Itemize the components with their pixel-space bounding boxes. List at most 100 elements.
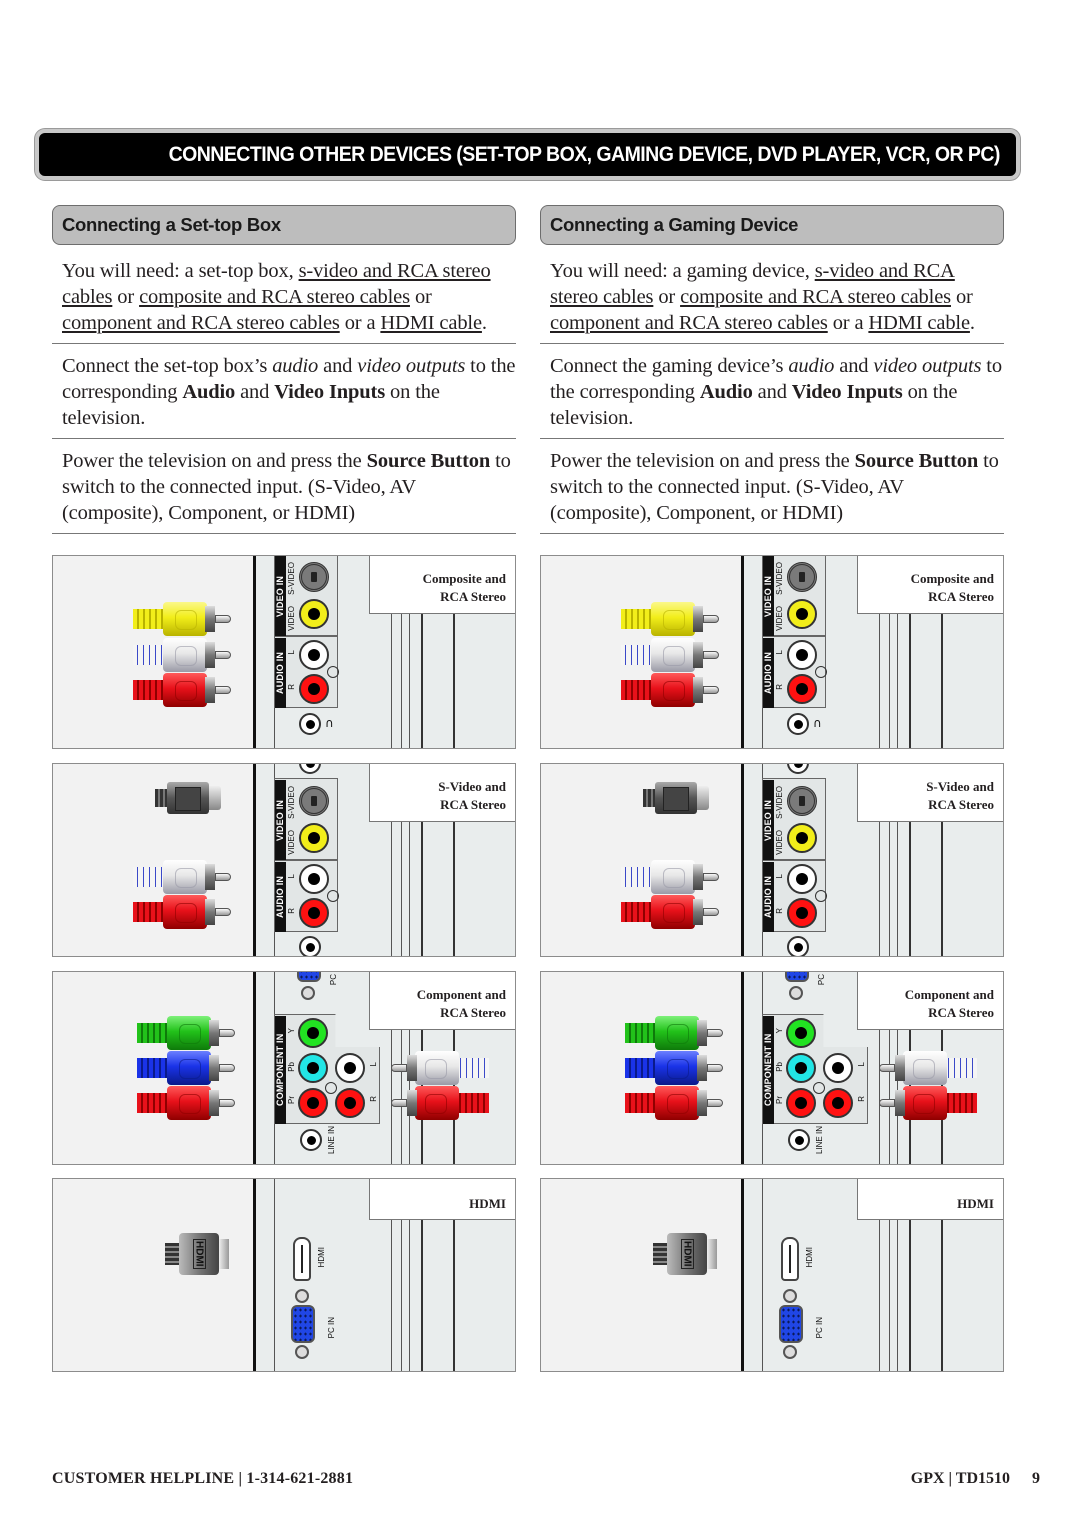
caption-line: Composite and bbox=[910, 571, 994, 586]
section-banner: CONNECTING OTHER DEVICES (SET-TOP BOX, G… bbox=[35, 129, 1020, 180]
component-plug-red bbox=[137, 1086, 237, 1120]
composite-diagram: VIDEO IN AUDIO IN S-VIDEO VIDEO L R ∩ Co… bbox=[52, 555, 516, 749]
y-label: Y bbox=[287, 1028, 296, 1034]
text: Power the television on and press the bbox=[62, 450, 367, 472]
section-heading: Connecting a Set-top Box bbox=[62, 214, 281, 235]
audio-jack-left-white bbox=[787, 864, 817, 894]
component-plug-green bbox=[625, 1016, 725, 1050]
rca-plug-white bbox=[877, 1051, 977, 1085]
component-y-jack-green bbox=[786, 1018, 816, 1048]
video-jack-yellow bbox=[787, 599, 817, 629]
rca-plug-white bbox=[621, 860, 721, 894]
audio-jack-right-red bbox=[299, 674, 329, 704]
s-video-jack bbox=[299, 786, 329, 816]
panel-edge bbox=[274, 1179, 275, 1371]
headphone-jack bbox=[299, 936, 321, 956]
hdmi-plug: HDMI bbox=[653, 1233, 717, 1275]
headphone-jack bbox=[299, 713, 321, 735]
right-label: R bbox=[857, 1096, 866, 1102]
component-rca-cables-link[interactable]: component and RCA stereo cables bbox=[62, 312, 340, 334]
indicator-ring bbox=[815, 890, 827, 902]
audio-in-label: AUDIO IN bbox=[275, 862, 286, 932]
left-label: L bbox=[775, 650, 784, 655]
emphasis: video outputs bbox=[873, 355, 982, 377]
rca-plug-red bbox=[621, 673, 721, 707]
s-video-label: S-VIDEO bbox=[287, 786, 296, 819]
caption-line: S-Video and bbox=[438, 779, 506, 794]
diagram-caption: Component and RCA Stereo bbox=[857, 972, 1003, 1030]
text: . bbox=[969, 312, 975, 334]
audio-in-label: AUDIO IN bbox=[763, 862, 774, 932]
caption-line: S-Video and bbox=[926, 779, 994, 794]
headphone-icon: ∩ bbox=[325, 716, 334, 730]
s-video-label: S-VIDEO bbox=[287, 562, 296, 595]
rca-plug-yellow bbox=[621, 602, 721, 636]
hdmi-cable-link[interactable]: HDMI cable bbox=[380, 312, 482, 334]
text: You will need: a set-top box, bbox=[62, 260, 299, 282]
s-video-label: S-VIDEO bbox=[775, 562, 784, 595]
audio-in-label: AUDIO IN bbox=[275, 638, 286, 708]
indicator-ring bbox=[815, 666, 827, 678]
component-in-label: COMPONENT IN bbox=[275, 1016, 286, 1124]
indicator-ring bbox=[813, 1082, 825, 1094]
video-jack-yellow bbox=[787, 823, 817, 853]
caption-line: HDMI bbox=[957, 1196, 994, 1211]
right-label: R bbox=[287, 908, 296, 914]
caption-line: RCA Stereo bbox=[440, 589, 506, 604]
vga-port bbox=[291, 1289, 315, 1359]
component-plug-blue bbox=[625, 1051, 725, 1085]
text: Connect the gaming device’s bbox=[550, 355, 789, 377]
caption-line: RCA Stereo bbox=[928, 797, 994, 812]
audio-jack-right-red bbox=[335, 1088, 365, 1118]
diagram-caption: HDMI bbox=[857, 1179, 1003, 1220]
text: and bbox=[834, 355, 874, 377]
component-pr-jack-red bbox=[786, 1088, 816, 1118]
pc-in-label: PC IN bbox=[815, 1317, 824, 1339]
banner-title: CONNECTING OTHER DEVICES (SET-TOP BOX, G… bbox=[168, 142, 1001, 166]
video-in-label: VIDEO IN bbox=[763, 780, 774, 860]
component-y-jack-green bbox=[298, 1018, 328, 1048]
pr-label: Pr bbox=[287, 1096, 296, 1104]
settop-box-section: Connecting a Set-top Box You will need: … bbox=[52, 205, 516, 534]
s-video-plug bbox=[155, 782, 223, 814]
video-in-label: VIDEO IN bbox=[275, 780, 286, 860]
diagram-caption: Component and RCA Stereo bbox=[369, 972, 515, 1030]
component-pr-jack-red bbox=[298, 1088, 328, 1118]
video-in-label: VIDEO IN bbox=[763, 556, 774, 636]
rca-plug-red bbox=[133, 895, 233, 929]
s-video-jack bbox=[787, 562, 817, 592]
left-label: L bbox=[369, 1062, 378, 1067]
you-will-need-paragraph: You will need: a gaming device, s-video … bbox=[540, 245, 1004, 344]
component-plug-red bbox=[625, 1086, 725, 1120]
component-plug-blue bbox=[137, 1051, 237, 1085]
text: or bbox=[653, 286, 681, 308]
indicator-ring bbox=[327, 666, 339, 678]
text: You will need: a gaming device, bbox=[550, 260, 815, 282]
right-label: R bbox=[287, 684, 296, 690]
pr-label: Pr bbox=[775, 1096, 784, 1104]
right-label: R bbox=[775, 908, 784, 914]
component-pb-jack-cyan bbox=[298, 1053, 328, 1083]
pc-in-label: PC IN bbox=[327, 1317, 336, 1339]
rca-plug-white bbox=[133, 638, 233, 672]
composite-diagram: VIDEO IN AUDIO IN S-VIDEO VIDEO L R ∩ Co… bbox=[540, 555, 1004, 749]
caption-line: RCA Stereo bbox=[440, 797, 506, 812]
rca-plug-white bbox=[133, 860, 233, 894]
composite-rca-cables-link[interactable]: composite and RCA stereo cables bbox=[139, 286, 410, 308]
bold-term: Audio bbox=[699, 381, 753, 403]
diagram-caption: S-Video and RCA Stereo bbox=[857, 764, 1003, 822]
caption-line: Component and bbox=[416, 987, 506, 1002]
caption-line: Composite and bbox=[422, 571, 506, 586]
emphasis: audio bbox=[272, 355, 319, 377]
audio-jack-left-white bbox=[299, 864, 329, 894]
diagram-caption: Composite and RCA Stereo bbox=[857, 556, 1003, 614]
s-video-jack bbox=[787, 786, 817, 816]
text: or bbox=[950, 286, 973, 308]
caption-line: RCA Stereo bbox=[928, 1005, 994, 1020]
text: and bbox=[752, 381, 792, 403]
section-heading: Connecting a Gaming Device bbox=[550, 214, 799, 235]
hdmi-port-label: HDMI bbox=[317, 1247, 326, 1268]
composite-rca-cables-link[interactable]: composite and RCA stereo cables bbox=[680, 286, 951, 308]
hdmi-cable-link[interactable]: HDMI cable bbox=[868, 312, 970, 334]
component-rca-cables-link[interactable]: component and RCA stereo cables bbox=[550, 312, 828, 334]
